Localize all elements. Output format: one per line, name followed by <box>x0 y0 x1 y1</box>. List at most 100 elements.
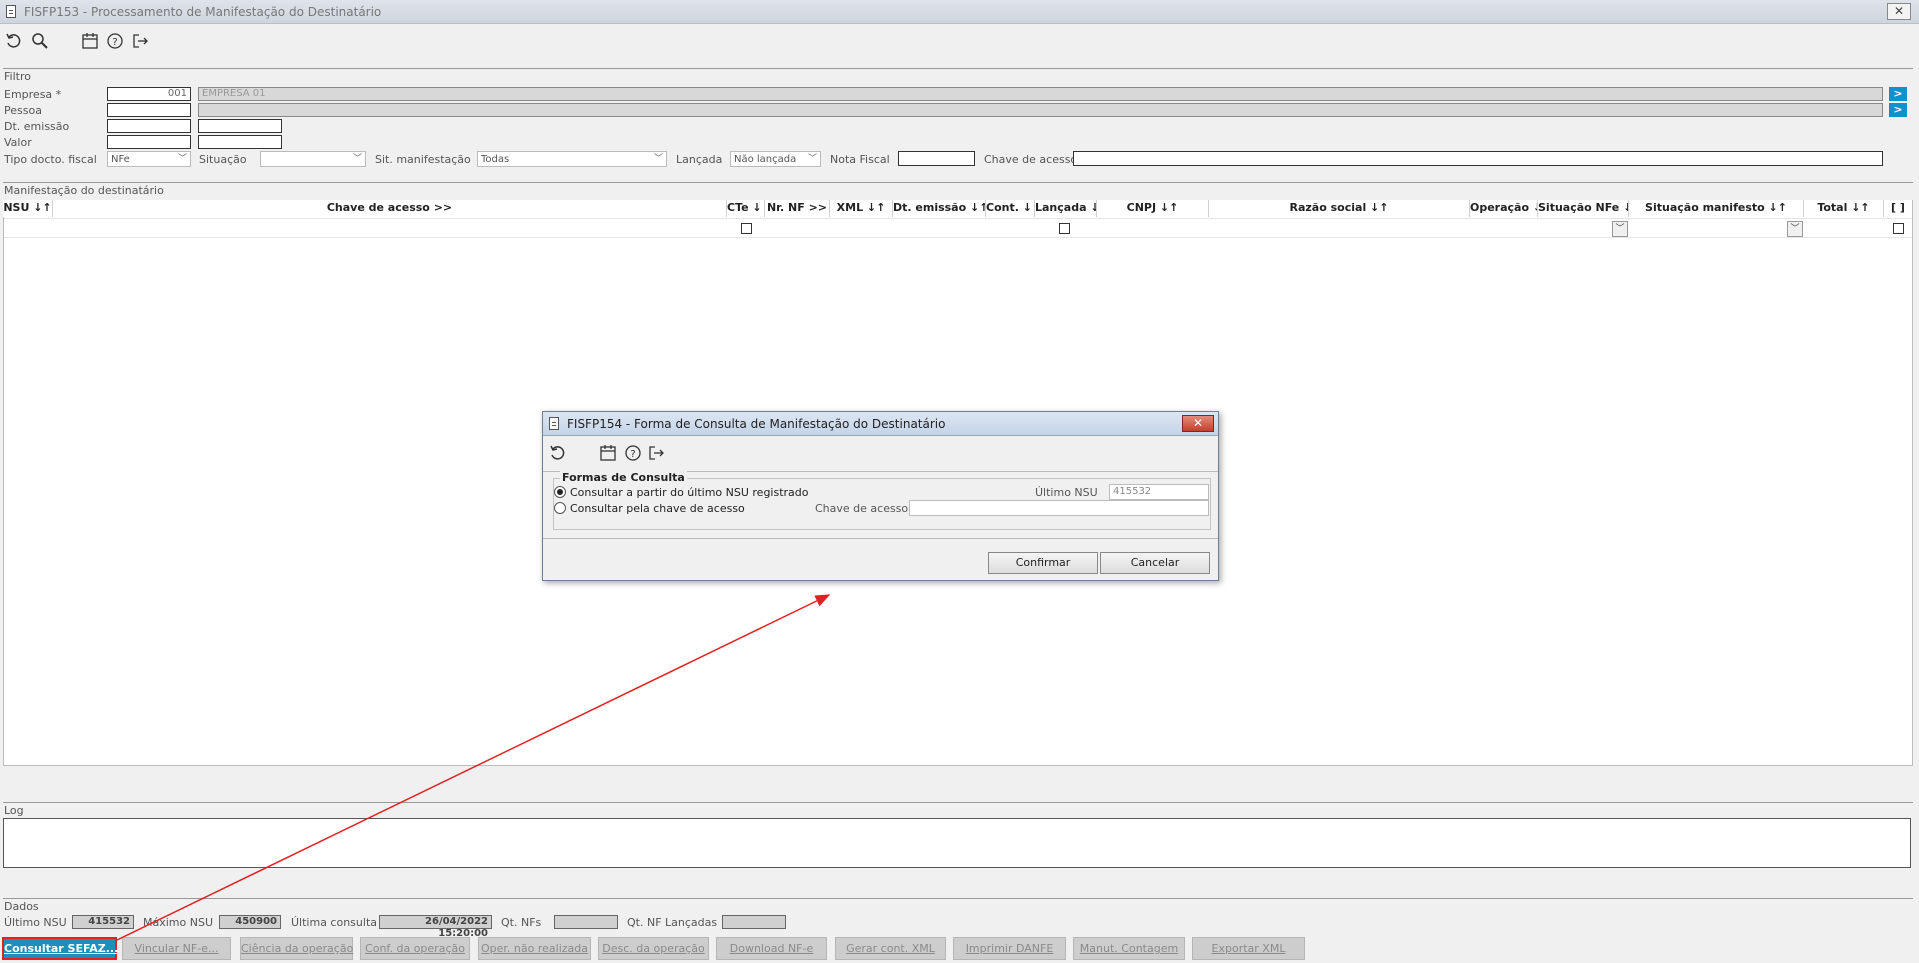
consulta-dialog: FISFP154 - Forma de Consulta de Manifest… <box>542 411 1219 581</box>
col-lancada[interactable]: Lançada ↓↑ <box>1035 200 1097 217</box>
manifestacao-title: Manifestação do destinatário <box>4 184 164 197</box>
search-icon[interactable] <box>31 32 49 50</box>
dialog-title: FISFP154 - Forma de Consulta de Manifest… <box>567 417 946 431</box>
col-razao-social[interactable]: Razão social ↓↑ <box>1209 200 1470 217</box>
empresa-code-field[interactable]: 001 <box>107 87 191 101</box>
lancada-filter-checkbox[interactable] <box>1059 223 1070 234</box>
select-all-checkbox[interactable] <box>1893 223 1904 234</box>
col-nr-nf[interactable]: Nr. NF >> <box>765 200 830 217</box>
vincular-nfe-button[interactable]: Vincular NF-e... <box>122 937 231 960</box>
document-icon <box>549 417 559 430</box>
chave-acesso-field[interactable] <box>1073 151 1883 166</box>
maximo-nsu-label: Máximo NSU <box>143 916 214 929</box>
col-select-all[interactable]: [ ] <box>1884 200 1912 217</box>
tipo-docto-label: Tipo docto. fiscal <box>4 153 97 166</box>
col-chave-acesso[interactable]: Chave de acesso >> <box>53 200 727 217</box>
chevron-down-icon: ﹀ <box>653 154 663 164</box>
ultimo-nsu-value: 415532 <box>72 915 134 929</box>
empresa-lookup-button[interactable]: > <box>1889 87 1907 101</box>
manut-contagem-button[interactable]: Manut. Contagem <box>1073 937 1185 960</box>
tipo-docto-select[interactable]: NFe ﹀ <box>107 151 191 167</box>
consultar-sefaz-button[interactable]: Consultar SEFAZ... <box>2 937 118 960</box>
window-close-button[interactable]: ✕ <box>1887 3 1911 20</box>
dialog-close-button[interactable]: ✕ <box>1182 415 1214 432</box>
col-situacao-nfe[interactable]: Situação NFe ↓↑ <box>1538 200 1629 217</box>
col-cont[interactable]: Cont. ↓↑ <box>986 200 1035 217</box>
chevron-down-icon: ﹀ <box>177 154 187 164</box>
cancelar-button[interactable]: Cancelar <box>1100 552 1210 574</box>
dialog-chave-field[interactable] <box>909 500 1209 516</box>
oper-nao-realizada-button[interactable]: Oper. não realizada <box>478 937 591 960</box>
situacao-manifesto-filter-dropdown[interactable]: ﹀ <box>1787 221 1803 237</box>
pessoa-code-field[interactable] <box>107 103 191 117</box>
formas-consulta-group: Formas de Consulta Consultar a partir do… <box>553 471 1211 530</box>
log-textarea[interactable] <box>3 818 1911 868</box>
sit-manifestacao-label: Sit. manifestação <box>375 153 471 166</box>
window-title: FISFP153 - Processamento de Manifestação… <box>24 5 382 19</box>
exit-icon[interactable] <box>647 444 665 462</box>
dt-emissao-start-field[interactable] <box>107 119 191 133</box>
calendar-icon[interactable] <box>599 444 617 462</box>
pessoa-label: Pessoa <box>4 104 42 117</box>
valor-label: Valor <box>4 136 32 149</box>
col-xml[interactable]: XML ↓↑ <box>830 200 893 217</box>
option-chave-acesso-label[interactable]: Consultar pela chave de acesso <box>570 502 745 515</box>
nota-fiscal-field[interactable] <box>898 151 975 166</box>
empresa-label: Empresa * <box>4 88 62 101</box>
dt-emissao-end-field[interactable] <box>198 119 282 133</box>
conf-operacao-button[interactable]: Conf. da operação <box>360 937 470 960</box>
formas-consulta-title: Formas de Consulta <box>560 471 687 484</box>
undo-icon[interactable] <box>549 444 567 462</box>
log-title: Log <box>4 804 24 817</box>
col-cnpj[interactable]: CNPJ ↓↑ <box>1097 200 1209 217</box>
col-nsu[interactable]: NSU ↓↑ <box>3 200 53 217</box>
lancada-value: Não lançada <box>734 154 797 165</box>
dados-divider <box>3 898 1913 899</box>
filtro-title: Filtro <box>4 70 31 83</box>
cte-filter-checkbox[interactable] <box>741 223 752 234</box>
gerar-cont-xml-button[interactable]: Gerar cont. XML <box>835 937 946 960</box>
lancada-select[interactable]: Não lançada ﹀ <box>730 151 821 167</box>
situacao-nfe-filter-dropdown[interactable]: ﹀ <box>1612 221 1628 237</box>
dialog-titlebar: FISFP154 - Forma de Consulta de Manifest… <box>543 412 1218 436</box>
sit-manifestacao-value: Todas <box>481 154 510 165</box>
desc-operacao-button[interactable]: Desc. da operação <box>598 937 709 960</box>
radio-chave-acesso[interactable] <box>554 502 566 514</box>
situacao-select[interactable]: ﹀ <box>260 151 366 167</box>
lancada-label: Lançada <box>676 153 723 166</box>
filtro-divider <box>3 68 1913 69</box>
exit-icon[interactable] <box>131 32 149 50</box>
help-icon[interactable]: ? <box>624 444 642 462</box>
valor-start-field[interactable] <box>107 135 191 149</box>
pessoa-lookup-button[interactable]: > <box>1889 103 1907 117</box>
col-total[interactable]: Total ↓↑ <box>1804 200 1884 217</box>
dialog-ultimo-nsu-label: Último NSU <box>1035 486 1098 499</box>
undo-icon[interactable] <box>5 32 23 50</box>
exportar-xml-button[interactable]: Exportar XML <box>1192 937 1305 960</box>
download-nfe-button[interactable]: Download NF-e <box>716 937 827 960</box>
maximo-nsu-value: 450900 <box>219 915 281 929</box>
dialog-footer-divider <box>543 538 1218 539</box>
col-situacao-manifesto[interactable]: Situação manifesto ↓↑ <box>1629 200 1804 217</box>
option-ultimo-nsu-label[interactable]: Consultar a partir do último NSU registr… <box>570 486 809 499</box>
valor-end-field[interactable] <box>198 135 282 149</box>
calendar-icon[interactable] <box>81 32 99 50</box>
chevron-down-icon: ﹀ <box>807 154 817 164</box>
help-icon[interactable]: ? <box>106 32 124 50</box>
dt-emissao-label: Dt. emissão <box>4 120 70 133</box>
dialog-chave-label: Chave de acesso <box>815 502 909 515</box>
confirmar-button[interactable]: Confirmar <box>988 552 1098 574</box>
tipo-docto-value: NFe <box>111 154 130 165</box>
sit-manifestacao-select[interactable]: Todas ﹀ <box>477 151 667 167</box>
imprimir-danfe-button[interactable]: Imprimir DANFE <box>953 937 1066 960</box>
svg-text:?: ? <box>112 37 117 48</box>
col-dt-emissao[interactable]: Dt. emissão ↓↑ <box>893 200 986 217</box>
radio-ultimo-nsu[interactable] <box>554 486 566 498</box>
qt-nfs-label: Qt. NFs <box>501 916 542 929</box>
qt-nf-lancadas-value <box>722 915 786 929</box>
col-cte[interactable]: CTe ↓↑ <box>727 200 765 217</box>
col-operacao[interactable]: Operação ↓↑ <box>1470 200 1538 217</box>
nota-fiscal-label: Nota Fiscal <box>830 153 890 166</box>
dados-title: Dados <box>4 900 39 913</box>
ciencia-operacao-button[interactable]: Ciência da operação <box>240 937 353 960</box>
